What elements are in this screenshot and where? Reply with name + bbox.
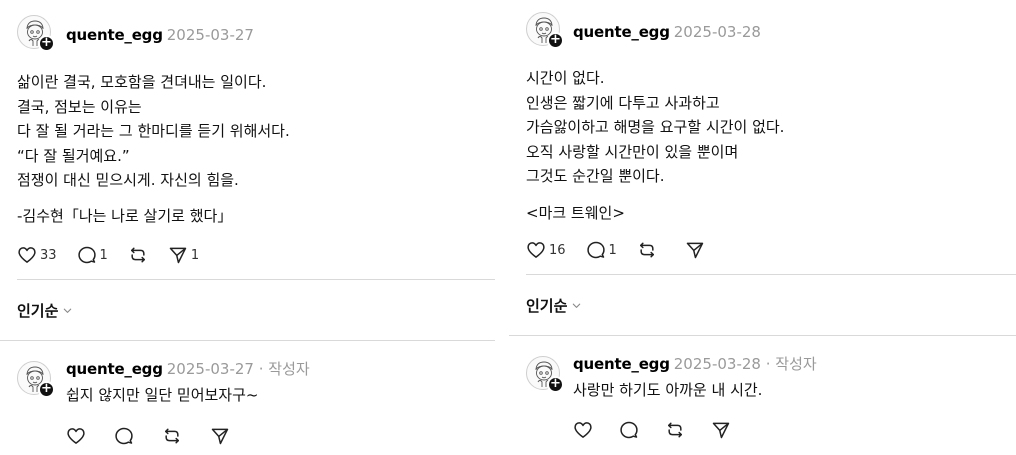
post-line: 점쟁이 대신 믿으시게. 자신의 힘을. <box>17 171 239 189</box>
comment-count: 1 <box>608 242 617 258</box>
share-button[interactable] <box>711 420 731 440</box>
like-button[interactable]: 33 <box>17 245 57 265</box>
post-line: 삶이란 결국, 모호함을 견뎌내는 일이다. <box>17 73 267 91</box>
username[interactable]: quente_egg <box>66 26 163 44</box>
post-body: 삶이란 결국, 모호함을 견뎌내는 일이다. 결국, 점보는 이유는 다 잘 될… <box>17 70 290 193</box>
comment-icon <box>619 420 639 440</box>
reply-actions <box>573 418 751 442</box>
comment-button[interactable] <box>619 420 639 440</box>
repost-button[interactable] <box>128 245 148 265</box>
comment-icon <box>114 426 134 446</box>
thread-panel-right: + quente_egg 2025-03-28 시간이 없다. 인생은 짧기에 다… <box>509 0 1016 455</box>
heart-icon <box>17 245 37 265</box>
comment-icon <box>77 245 97 265</box>
post-actions: 33 1 1 <box>17 243 219 267</box>
author-tag: · 작성자 <box>765 355 817 373</box>
post-header: quente_egg 2025-03-28 <box>573 23 761 41</box>
send-icon <box>711 420 731 440</box>
post-line: 다 잘 될 거라는 그 한마디를 듣기 위해서다. <box>17 122 290 140</box>
like-button[interactable]: 16 <box>526 240 566 260</box>
sort-label: 인기순 <box>526 297 568 315</box>
post-actions: 16 1 <box>526 238 725 262</box>
sort-label: 인기순 <box>17 302 59 320</box>
post-date: 2025-03-27 <box>166 26 254 44</box>
chevron-down-icon <box>62 305 73 316</box>
post-line: 결국, 점보는 이유는 <box>17 97 142 116</box>
reply-header: quente_egg 2025-03-28 · 작성자 <box>573 353 817 374</box>
repost-icon <box>128 245 148 265</box>
avatar[interactable]: + <box>17 15 55 52</box>
post-quote: -김수현「나는 나로 살기로 했다」 <box>17 207 233 225</box>
like-button[interactable] <box>66 426 86 446</box>
thread-panel-left: + quente_egg 2025-03-27 삶이란 결국, 모호함을 견뎌내는… <box>0 0 495 455</box>
comment-icon <box>586 240 606 260</box>
comment-button[interactable]: 1 <box>586 240 617 260</box>
send-icon <box>685 240 705 260</box>
reply-actions <box>66 424 250 448</box>
sort-dropdown[interactable]: 인기순 <box>17 300 73 321</box>
reply-text: 쉽지 않지만 일단 믿어보자구~ <box>66 386 259 404</box>
reply-date: 2025-03-27 <box>166 360 254 378</box>
reply-username[interactable]: quente_egg <box>66 360 163 378</box>
post-line: 가슴앓이하고 해명을 요구할 시간이 없다. <box>526 118 785 136</box>
reply-username[interactable]: quente_egg <box>573 355 670 373</box>
like-button[interactable] <box>573 420 593 440</box>
heart-icon <box>573 420 593 440</box>
post-date: 2025-03-28 <box>673 23 761 41</box>
post-quote: <마크 트웨인> <box>526 204 625 222</box>
divider <box>509 335 1016 336</box>
post-line: 오직 사랑할 시간만이 있을 뿐이며 <box>526 142 739 161</box>
share-count: 1 <box>190 247 200 263</box>
divider <box>17 279 495 280</box>
share-button[interactable] <box>210 426 230 446</box>
heart-icon <box>526 240 546 260</box>
plus-icon[interactable]: + <box>547 376 564 393</box>
send-icon <box>168 245 188 265</box>
share-button[interactable]: 1 <box>168 245 199 265</box>
heart-icon <box>66 426 86 446</box>
reply-text: 사랑만 하기도 아까운 내 시간. <box>573 381 763 399</box>
avatar[interactable]: + <box>526 356 564 393</box>
sort-dropdown[interactable]: 인기순 <box>526 295 582 316</box>
plus-icon[interactable]: + <box>38 381 55 398</box>
repost-icon <box>637 240 657 260</box>
comment-count: 1 <box>99 247 108 263</box>
share-button[interactable] <box>685 240 705 260</box>
send-icon <box>210 426 230 446</box>
post-header: quente_egg 2025-03-27 <box>66 26 254 44</box>
author-tag: · 작성자 <box>258 360 310 378</box>
reply-header: quente_egg 2025-03-27 · 작성자 <box>66 358 310 379</box>
post-line: 시간이 없다. <box>526 69 605 87</box>
plus-icon[interactable]: + <box>547 32 564 49</box>
chevron-down-icon <box>571 300 582 311</box>
divider <box>526 274 1016 275</box>
repost-button[interactable] <box>637 240 657 260</box>
comment-button[interactable]: 1 <box>77 245 108 265</box>
post-line: 인생은 짧기에 다투고 사과하고 <box>526 93 720 112</box>
repost-icon <box>162 426 182 446</box>
post-line: “다 잘 될거예요.” <box>17 146 130 165</box>
username[interactable]: quente_egg <box>573 23 670 41</box>
post-line: 그것도 순간일 뿐이다. <box>526 167 665 185</box>
avatar[interactable]: + <box>17 361 55 398</box>
repost-button[interactable] <box>665 420 685 440</box>
repost-icon <box>665 420 685 440</box>
divider <box>0 340 495 341</box>
like-count: 16 <box>549 242 566 258</box>
comment-button[interactable] <box>114 426 134 446</box>
repost-button[interactable] <box>162 426 182 446</box>
avatar[interactable]: + <box>526 12 564 49</box>
reply-date: 2025-03-28 <box>673 355 761 373</box>
post-body: 시간이 없다. 인생은 짧기에 다투고 사과하고 가슴앓이하고 해명을 요구할 … <box>526 66 784 189</box>
like-count: 33 <box>40 247 57 263</box>
plus-icon[interactable]: + <box>38 35 55 52</box>
